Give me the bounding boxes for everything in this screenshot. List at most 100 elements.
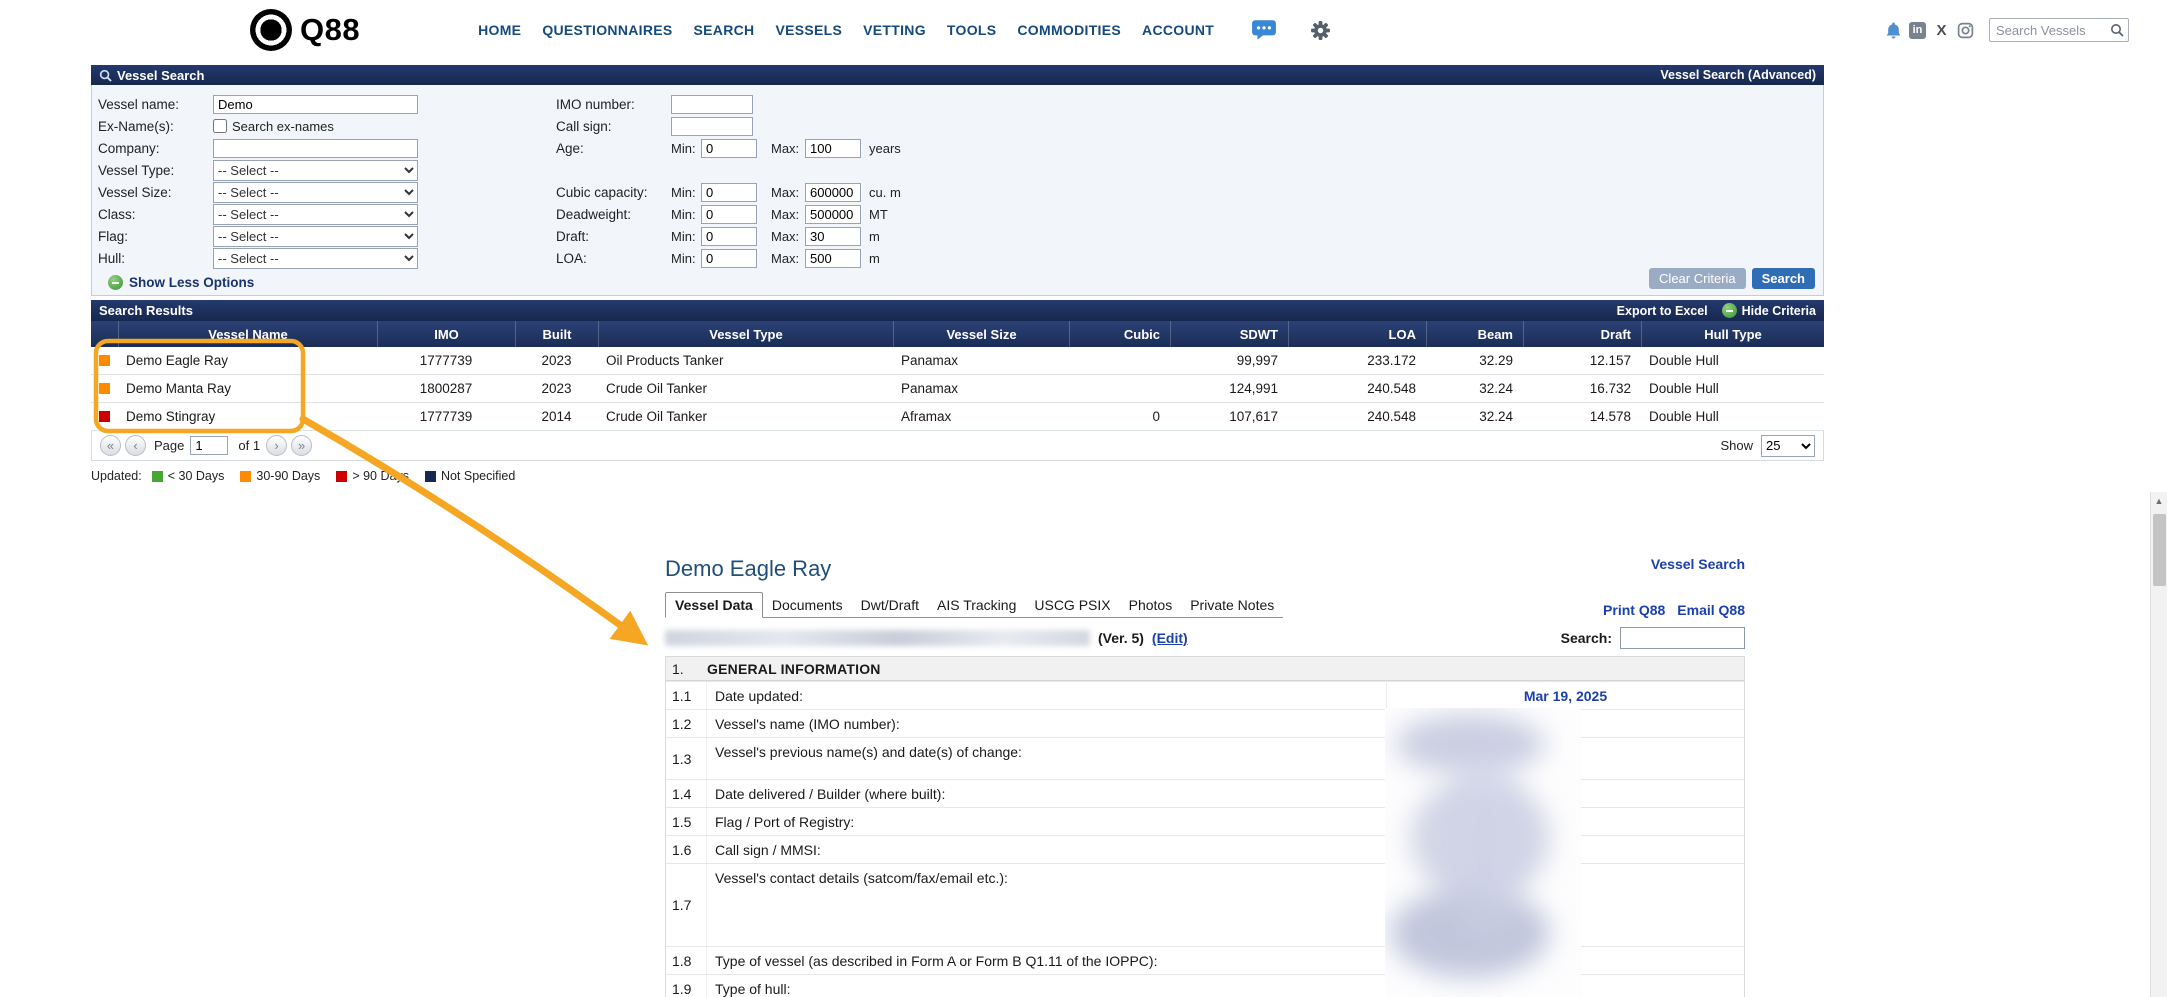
tab-dwt-draft[interactable]: Dwt/Draft (852, 593, 928, 617)
col-vessel-type[interactable]: Vessel Type (598, 321, 893, 347)
show-less-options-link[interactable]: Show Less Options (108, 275, 254, 290)
search-ex-names-text: Search ex-names (232, 119, 334, 134)
pager-last-icon[interactable] (291, 435, 312, 456)
search-button[interactable]: Search (1752, 268, 1815, 289)
page-size-select[interactable]: 25 (1761, 435, 1815, 457)
col-sdwt[interactable]: SDWT (1170, 321, 1288, 347)
age-max-input[interactable] (805, 139, 861, 158)
cell-vessel-name[interactable]: Demo Stingray (118, 403, 377, 430)
back-to-vessel-search-link[interactable]: Vessel Search (1651, 556, 1745, 572)
col-vessel-name[interactable]: Vessel Name (118, 321, 377, 347)
table-row[interactable]: Demo Stingray 1777739 2014 Crude Oil Tan… (91, 403, 1824, 431)
imo-input[interactable] (671, 95, 753, 114)
section-number: 1. (666, 661, 707, 677)
question-row: 1.3 Vessel's previous name(s) and date(s… (666, 737, 1744, 779)
legend-item: 30-90 Days (240, 469, 320, 483)
col-vessel-size[interactable]: Vessel Size (893, 321, 1069, 347)
dwt-unit: MT (869, 207, 888, 222)
scroll-up-icon[interactable] (2151, 492, 2167, 509)
cell-vessel-name[interactable]: Demo Manta Ray (118, 375, 377, 402)
dwt-max-input[interactable] (805, 205, 861, 224)
cell-draft: 16.732 (1523, 375, 1641, 402)
col-draft[interactable]: Draft (1523, 321, 1641, 347)
dwt-min-label: Min: (671, 207, 701, 222)
col-imo[interactable]: IMO (377, 321, 515, 347)
q88-logo-icon (250, 9, 292, 51)
print-q88-link[interactable]: Print Q88 (1603, 602, 1665, 618)
hide-criteria-link[interactable]: Hide Criteria (1722, 303, 1816, 318)
pager-prev-icon[interactable] (125, 435, 146, 456)
cell-imo: 1800287 (377, 375, 515, 402)
settings-gear-icon[interactable] (1310, 20, 1331, 41)
export-to-excel-link[interactable]: Export to Excel (1617, 304, 1708, 318)
x-twitter-icon[interactable] (1933, 22, 1950, 39)
cubic-min-input[interactable] (701, 183, 757, 202)
notifications-bell-icon[interactable] (1885, 22, 1902, 39)
col-beam[interactable]: Beam (1426, 321, 1523, 347)
hull-select[interactable]: -- Select -- (213, 248, 418, 269)
loa-max-input[interactable] (805, 249, 861, 268)
tab-ais-tracking[interactable]: AIS Tracking (928, 593, 1025, 617)
instagram-icon[interactable] (1957, 22, 1974, 39)
nav-questionnaires[interactable]: QUESTIONNAIRES (542, 22, 672, 38)
pager-first-icon[interactable] (100, 435, 121, 456)
email-q88-link[interactable]: Email Q88 (1677, 602, 1745, 618)
question-text: Vessel's contact details (satcom/fax/ema… (707, 864, 1386, 886)
search-results: Search Results Export to Excel Hide Crit… (91, 300, 1824, 461)
pager-next-icon[interactable] (266, 435, 287, 456)
detail-search-input[interactable] (1620, 627, 1745, 649)
table-row[interactable]: Demo Eagle Ray 1777739 2023 Oil Products… (91, 347, 1824, 375)
col-cubic[interactable]: Cubic (1069, 321, 1170, 347)
table-row[interactable]: Demo Manta Ray 1800287 2023 Crude Oil Ta… (91, 375, 1824, 403)
chat-icon[interactable] (1251, 19, 1277, 41)
age-min-input[interactable] (701, 139, 757, 158)
vessel-size-select[interactable]: -- Select -- (213, 182, 418, 203)
nav-tools[interactable]: TOOLS (947, 22, 996, 38)
draft-label: Draft: (556, 229, 671, 244)
draft-max-input[interactable] (805, 227, 861, 246)
search-ex-names-checkbox[interactable] (213, 119, 227, 133)
call-sign-input[interactable] (671, 117, 753, 136)
tab-documents[interactable]: Documents (763, 593, 852, 617)
advanced-search-link[interactable]: Vessel Search (Advanced) (1660, 68, 1816, 82)
q88-logo[interactable]: Q88 (250, 9, 360, 51)
hide-criteria-icon (1722, 303, 1737, 318)
nav-search[interactable]: SEARCH (694, 22, 755, 38)
nav-home[interactable]: HOME (478, 22, 521, 38)
nav-vetting[interactable]: VETTING (863, 22, 926, 38)
tab-uscg-psix[interactable]: USCG PSIX (1025, 593, 1119, 617)
nav-commodities[interactable]: COMMODITIES (1017, 22, 1121, 38)
vessel-type-select[interactable]: -- Select -- (213, 160, 418, 181)
search-vessels-input[interactable] (1989, 18, 2129, 42)
class-select[interactable]: -- Select -- (213, 204, 418, 225)
vessel-name-input[interactable] (213, 95, 418, 114)
search-icon[interactable] (2110, 23, 2124, 37)
vertical-scrollbar[interactable] (2150, 492, 2167, 997)
cell-vessel-name[interactable]: Demo Eagle Ray (118, 347, 377, 374)
detail-search-label: Search: (1561, 630, 1612, 646)
col-loa[interactable]: LOA (1288, 321, 1426, 347)
tab-vessel-data[interactable]: Vessel Data (665, 592, 763, 618)
edit-link[interactable]: (Edit) (1152, 630, 1188, 646)
cell-hull: Double Hull (1641, 403, 1824, 430)
draft-min-input[interactable] (701, 227, 757, 246)
draft-min-label: Min: (671, 229, 701, 244)
tab-photos[interactable]: Photos (1120, 593, 1182, 617)
col-hull-type[interactable]: Hull Type (1641, 321, 1824, 347)
dwt-min-input[interactable] (701, 205, 757, 224)
linkedin-icon[interactable] (1909, 22, 1926, 39)
tab-private-notes[interactable]: Private Notes (1181, 593, 1283, 617)
results-title: Search Results (99, 303, 193, 318)
loa-min-input[interactable] (701, 249, 757, 268)
col-built[interactable]: Built (515, 321, 598, 347)
scrollbar-thumb[interactable] (2153, 514, 2166, 586)
page-number-input[interactable] (190, 436, 228, 455)
nav-account[interactable]: ACCOUNT (1142, 22, 1214, 38)
cubic-max-input[interactable] (805, 183, 861, 202)
nav-vessels[interactable]: VESSELS (775, 22, 842, 38)
question-row: 1.5 Flag / Port of Registry: (666, 807, 1744, 835)
clear-criteria-button[interactable]: Clear Criteria (1649, 268, 1746, 289)
flag-select[interactable]: -- Select -- (213, 226, 418, 247)
cell-hull: Double Hull (1641, 347, 1824, 374)
company-input[interactable] (213, 139, 418, 158)
